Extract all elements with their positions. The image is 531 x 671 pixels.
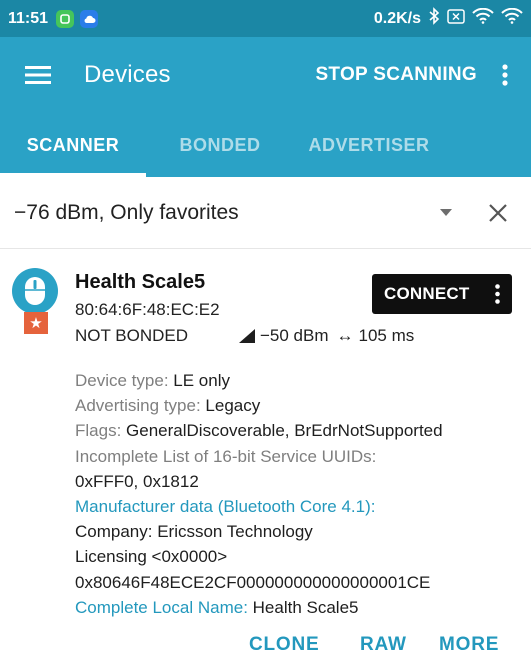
- status-time: 11:51: [8, 9, 49, 27]
- advertising-type-line: Advertising type: Legacy: [75, 393, 525, 418]
- tab-scanner[interactable]: SCANNER: [0, 113, 146, 177]
- sim-icon: [447, 8, 465, 29]
- advertising-interval: 105 ms: [358, 326, 415, 345]
- app-notification-icon: [56, 9, 75, 28]
- dropdown-arrow-icon[interactable]: [431, 198, 461, 228]
- service-uuids-label: Incomplete List of 16-bit Service UUIDs:: [75, 446, 377, 466]
- device-actions: CLONE RAW MORE: [0, 634, 531, 664]
- device-address: 80:64:6F:48:EC:E2: [75, 300, 220, 319]
- cloud-icon: [80, 9, 99, 28]
- clone-button[interactable]: CLONE: [249, 634, 320, 656]
- filter-bar[interactable]: −76 dBm, Only favorites: [0, 177, 531, 249]
- manufacturer-data-label: Manufacturer data (Bluetooth Core 4.1):: [75, 497, 376, 517]
- connect-button[interactable]: CONNECT: [372, 274, 512, 314]
- bluetooth-device-icon: [12, 268, 58, 314]
- manufacturer-licensing: Licensing <0x0000>: [75, 547, 228, 567]
- status-bar: 11:51 0.2K/s: [0, 0, 531, 37]
- wifi-icon: [501, 7, 523, 29]
- connect-options-icon[interactable]: [495, 284, 500, 304]
- signal-strength-icon: [239, 329, 255, 343]
- rssi-value: −50 dBm: [260, 326, 329, 345]
- device-type-line: Device type: LE only: [75, 368, 525, 393]
- page-title: Devices: [84, 61, 171, 88]
- interval-arrows-icon: ↔: [336, 326, 354, 345]
- close-icon[interactable]: [483, 198, 513, 228]
- advertising-details: Device type: LE only Advertising type: L…: [75, 368, 525, 620]
- manufacturer-company: Company: Ericsson Technology: [75, 522, 313, 542]
- app-bar: Devices STOP SCANNING: [0, 37, 531, 113]
- tab-bar: SCANNER BONDED ADVERTISER: [0, 113, 531, 177]
- stop-scanning-button[interactable]: STOP SCANNING: [315, 64, 477, 86]
- manufacturer-raw-data: 0x80646F48ECE2CF000000000000000001CE: [75, 572, 431, 592]
- device-name: Health Scale5: [75, 271, 206, 293]
- bluetooth-icon: [428, 7, 440, 30]
- tab-bonded[interactable]: BONDED: [146, 113, 294, 177]
- local-name-line: Complete Local Name: Health Scale5: [75, 595, 525, 620]
- device-type-value: LE only: [173, 371, 230, 390]
- filter-summary[interactable]: −76 dBm, Only favorites: [14, 201, 239, 225]
- device-type-label: Device type:: [75, 371, 174, 390]
- network-speed: 0.2K/s: [373, 9, 421, 27]
- flags-line: Flags: GeneralDiscoverable, BrEdrNotSupp…: [75, 418, 525, 443]
- favorite-star-icon: ★: [24, 312, 48, 334]
- more-button[interactable]: MORE: [439, 634, 499, 656]
- advertising-type-value: Legacy: [205, 396, 261, 416]
- bond-state: NOT BONDED: [75, 326, 189, 345]
- tab-advertiser[interactable]: ADVERTISER: [294, 113, 444, 177]
- flags-value: GeneralDiscoverable, BrEdrNotSupported: [126, 421, 443, 441]
- flags-label: Flags:: [75, 421, 127, 441]
- wifi-icon: [472, 7, 494, 29]
- connect-label[interactable]: CONNECT: [384, 284, 469, 304]
- advertising-type-label: Advertising type:: [75, 396, 206, 416]
- service-uuids-value: 0xFFF0, 0x1812: [75, 471, 199, 491]
- local-name-value: Health Scale5: [252, 597, 359, 617]
- raw-button[interactable]: RAW: [360, 634, 407, 656]
- local-name-label: Complete Local Name:: [75, 597, 253, 617]
- more-vert-icon[interactable]: [485, 47, 525, 103]
- status-indicators: 0.2K/s: [374, 7, 523, 30]
- hamburger-menu-icon[interactable]: [10, 47, 66, 103]
- device-signal-row: NOT BONDED −50 dBm ↔ 105 ms: [75, 324, 515, 348]
